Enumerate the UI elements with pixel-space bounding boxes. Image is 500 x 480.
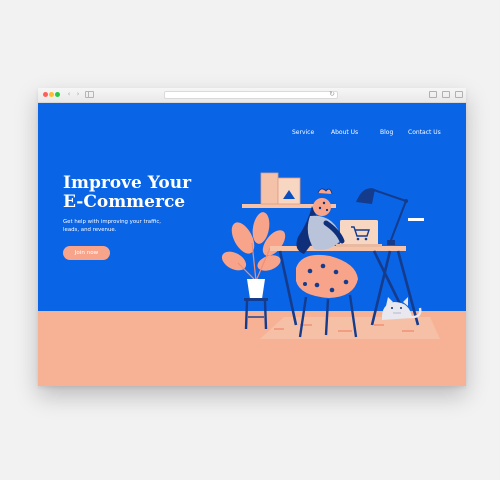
reload-icon[interactable]: ↻ — [329, 90, 335, 99]
back-arrow-icon[interactable]: ‹ — [65, 90, 73, 99]
plant-pot — [247, 279, 265, 299]
browser-toolbar: ‹ › ↻ — [38, 88, 466, 103]
plant-stand-top — [244, 298, 268, 301]
minimize-window-button[interactable] — [49, 92, 54, 97]
plant-stand-legs — [244, 300, 268, 330]
share-icon[interactable] — [429, 91, 437, 98]
rug — [260, 317, 440, 339]
tabs-overview-icon[interactable] — [442, 91, 450, 98]
person-at-desk — [296, 188, 345, 254]
browser-window: ‹ › ↻ Service About Us Blog Contact Us I… — [38, 88, 466, 386]
sidebar-toggle-icon[interactable] — [85, 91, 94, 98]
close-window-button[interactable] — [43, 92, 48, 97]
maximize-window-button[interactable] — [55, 92, 60, 97]
forward-arrow-icon[interactable]: › — [74, 90, 82, 99]
new-tab-icon[interactable] — [455, 91, 463, 98]
workspace-illustration — [221, 172, 440, 339]
address-bar[interactable]: ↻ — [164, 90, 338, 99]
potted-plant-icon — [221, 212, 286, 330]
landing-page: Service About Us Blog Contact Us Improve… — [38, 103, 466, 386]
head — [313, 198, 331, 216]
